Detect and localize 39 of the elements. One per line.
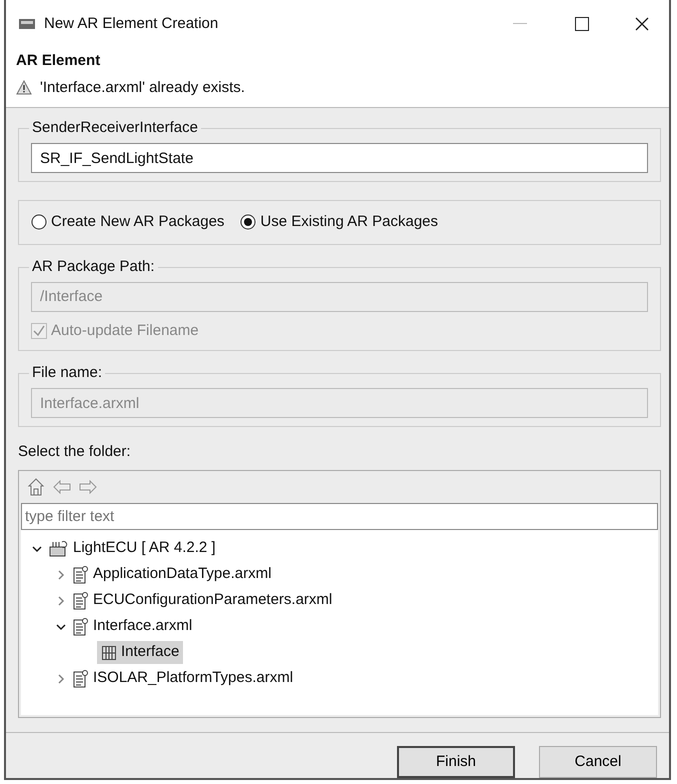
- expand-caret-icon[interactable]: [56, 622, 66, 632]
- tree-item[interactable]: ISOLAR_PlatformTypes.arxml: [73, 667, 294, 690]
- group-label: AR Package Path:: [29, 258, 158, 276]
- dialog-button[interactable]: Finish: [397, 746, 515, 778]
- file-icon: [73, 566, 89, 584]
- file-icon: [73, 592, 89, 610]
- collapse-caret-icon[interactable]: [56, 570, 66, 580]
- warning-message: 'Interface.arxml' already exists.: [40, 78, 245, 98]
- forward-icon[interactable]: [79, 480, 97, 494]
- close-icon[interactable]: [635, 17, 649, 32]
- package-icon: [101, 644, 117, 661]
- collapse-caret-icon[interactable]: [56, 674, 66, 684]
- collapse-caret-icon[interactable]: [56, 596, 66, 606]
- app-icon: [18, 17, 36, 32]
- home-icon[interactable]: [27, 478, 45, 496]
- project-icon: [49, 540, 69, 557]
- dialog-button[interactable]: Cancel: [539, 746, 657, 778]
- warning-icon: [16, 80, 32, 96]
- text-field[interactable]: SR_IF_SendLightState: [31, 143, 648, 174]
- file-icon: [73, 618, 89, 636]
- radio-label: Use Existing AR Packages: [260, 212, 438, 232]
- maximize-icon[interactable]: [575, 17, 589, 32]
- folder-label: Select the folder:: [18, 442, 132, 462]
- window-title: New AR Element Creation: [44, 14, 218, 34]
- tree-item[interactable]: Interface.arxml: [73, 615, 192, 638]
- radio-button[interactable]: [240, 214, 256, 230]
- tree-item[interactable]: LightECU [ AR 4.2.2 ]: [49, 537, 216, 560]
- page-title: AR Element: [16, 51, 102, 72]
- minimize-icon[interactable]: [513, 23, 527, 26]
- radio-label: Create New AR Packages: [51, 212, 224, 232]
- back-icon[interactable]: [53, 480, 71, 494]
- tree-item[interactable]: ECUConfigurationParameters.arxml: [73, 589, 332, 612]
- expand-caret-icon[interactable]: [32, 544, 42, 554]
- checkbox-label: Auto-update Filename: [51, 320, 199, 341]
- tree-item[interactable]: Interface: [97, 641, 184, 664]
- radio-button[interactable]: [31, 214, 47, 230]
- filter-field[interactable]: type filter text: [21, 502, 658, 530]
- tree-item[interactable]: ApplicationDataType.arxml: [73, 563, 272, 586]
- file-icon: [73, 670, 89, 688]
